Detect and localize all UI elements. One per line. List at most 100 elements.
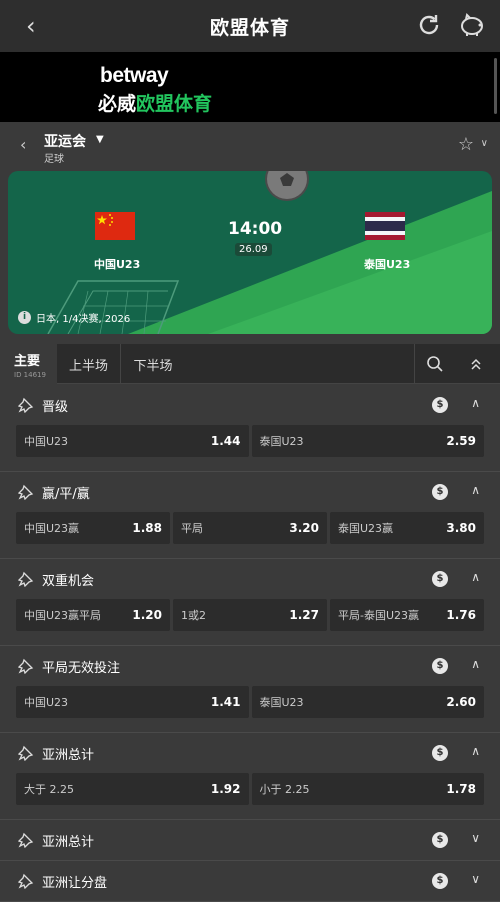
league-header: ‹ 亚运会 ▼ 足球 ☆ ∨: [0, 122, 500, 170]
odds-label: 大于 2.25: [24, 783, 74, 796]
pin-icon[interactable]: [18, 658, 34, 674]
odds-label: 泰国U23: [259, 696, 304, 709]
market-header[interactable]: 平局无效投注 $ ∧: [0, 646, 500, 686]
market-section: 亚洲总计 $ ∧ 大于 2.25 1.92 小于 2.25 1.78: [0, 733, 500, 820]
odds-button[interactable]: 中国U23赢 1.88: [16, 512, 170, 544]
odds-value: 1.44: [210, 434, 241, 448]
market-header[interactable]: 亚洲让分盘 $ ∨: [0, 861, 500, 901]
thailand-flag: [365, 212, 405, 240]
tab-main[interactable]: 主要 ID 14619: [0, 344, 57, 384]
markets-list: 晋级 $ ∧ 中国U23 1.44 泰国U23 2.59 赢/平/赢 $ ∧ 中国U23赢 1.88 平…: [0, 385, 500, 902]
odds-label: 平局: [181, 522, 203, 535]
cashout-coin-icon: $: [432, 745, 448, 761]
cashout-coin-icon: $: [432, 658, 448, 674]
chevron-up-icon[interactable]: ∧: [471, 744, 480, 758]
market-header[interactable]: 双重机会 $ ∧: [0, 559, 500, 599]
away-team: 泰国U23: [364, 258, 411, 271]
odds-label: 中国U23: [24, 435, 69, 448]
chevron-up-icon[interactable]: ∧: [471, 657, 480, 671]
odds-button[interactable]: 中国U23 1.44: [16, 425, 249, 457]
odds-label: 小于 2.25: [259, 783, 310, 796]
odds-label: 平局-泰国U23赢: [338, 609, 420, 622]
market-title: 亚洲总计: [42, 834, 95, 850]
market-section: 平局无效投注 $ ∧ 中国U23 1.41 泰国U23 2.60: [0, 646, 500, 733]
odds-button[interactable]: 平局 3.20: [173, 512, 327, 544]
odds-value: 1.88: [132, 521, 162, 535]
odds-button[interactable]: 大于 2.25 1.92: [16, 773, 249, 805]
odds-button[interactable]: 小于 2.25 1.78: [251, 773, 484, 805]
star-icon[interactable]: ☆: [458, 134, 474, 155]
match-card: 中国U23 14:00 26.09 泰国U23 i 日本, 1/4决赛, 202…: [8, 171, 492, 334]
pin-icon[interactable]: [18, 832, 34, 848]
league-back-icon[interactable]: ‹: [20, 135, 26, 154]
kickoff-date: 26.09: [235, 243, 272, 256]
caret-down-icon[interactable]: ▼: [96, 134, 104, 145]
odds-value: 1.20: [132, 608, 162, 622]
odds-button[interactable]: 中国U23赢平局 1.20: [16, 599, 170, 631]
info-icon[interactable]: i: [18, 311, 31, 324]
china-flag: [95, 212, 135, 240]
market-section: 双重机会 $ ∧ 中国U23赢平局 1.20 1或2 1.27 平局-泰国U23赢 1.76: [0, 559, 500, 646]
pin-icon[interactable]: [18, 484, 34, 500]
tab-first-half[interactable]: 上半场: [57, 344, 121, 384]
banner-scrollbar: [494, 58, 497, 114]
piggy-bank-icon[interactable]: [458, 12, 486, 38]
collapse-all-icon[interactable]: [456, 344, 496, 384]
odds-value: 1.78: [446, 782, 476, 796]
search-icon[interactable]: [414, 344, 454, 384]
refresh-icon[interactable]: [416, 12, 442, 38]
betway-banner[interactable]: betway 必威欧盟体育: [0, 52, 500, 122]
chevron-up-icon[interactable]: ∧: [471, 570, 480, 584]
pin-icon[interactable]: [18, 397, 34, 413]
odds-button[interactable]: 平局-泰国U23赢 1.76: [330, 599, 484, 631]
chevron-up-icon[interactable]: ∧: [471, 396, 480, 410]
chevron-down-icon[interactable]: ∨: [471, 831, 480, 845]
betway-logo: betway: [100, 64, 169, 87]
market-title: 晋级: [42, 399, 69, 415]
top-bar: ‹ 欧盟体育: [0, 0, 500, 52]
odds-button[interactable]: 泰国U23 2.60: [251, 686, 484, 718]
market-title: 平局无效投注: [42, 660, 121, 676]
market-section: 亚洲让分盘 $ ∨: [0, 861, 500, 902]
cashout-coin-icon: $: [432, 873, 448, 889]
event-id: ID 14619: [14, 370, 46, 379]
market-section: 亚洲总计 $ ∨: [0, 820, 500, 861]
odds-label: 中国U23赢平局: [24, 609, 102, 622]
odds-row: 中国U23 1.44 泰国U23 2.59: [0, 425, 500, 471]
league-name[interactable]: 亚运会: [44, 131, 86, 151]
chevron-up-icon[interactable]: ∧: [471, 483, 480, 497]
market-header[interactable]: 赢/平/赢 $ ∧: [0, 472, 500, 512]
league-sport: 足球: [44, 154, 64, 165]
home-team: 中国U23: [94, 258, 141, 271]
tab-second-half[interactable]: 下半场: [121, 344, 185, 384]
odds-value: 1.92: [210, 782, 241, 796]
market-header[interactable]: 晋级 $ ∧: [0, 385, 500, 425]
odds-value: 1.27: [289, 608, 319, 622]
market-header[interactable]: 亚洲总计 $ ∨: [0, 820, 500, 860]
pin-icon[interactable]: [18, 745, 34, 761]
odds-row: 大于 2.25 1.92 小于 2.25 1.78: [0, 773, 500, 819]
page-title: 欧盟体育: [209, 16, 290, 39]
pin-icon[interactable]: [18, 873, 34, 889]
back-chevron-icon[interactable]: ‹: [26, 12, 36, 40]
odds-label: 泰国U23: [259, 435, 304, 448]
odds-row: 中国U23 1.41 泰国U23 2.60: [0, 686, 500, 732]
banner-subtitle: 必威欧盟体育: [98, 93, 213, 115]
odds-value: 2.59: [446, 434, 476, 448]
odds-label: 1或2: [181, 609, 206, 622]
odds-row: 中国U23赢 1.88 平局 3.20 泰国U23赢 3.80: [0, 512, 500, 558]
odds-value: 1.76: [446, 608, 476, 622]
market-section: 赢/平/赢 $ ∧ 中国U23赢 1.88 平局 3.20 泰国U23赢 3.80: [0, 472, 500, 559]
chevron-down-icon[interactable]: ∨: [481, 138, 488, 149]
odds-button[interactable]: 1或2 1.27: [173, 599, 327, 631]
market-tabs: 主要 ID 14619 上半场 下半场: [0, 344, 500, 384]
odds-button[interactable]: 中国U23 1.41: [16, 686, 249, 718]
odds-button[interactable]: 泰国U23赢 3.80: [330, 512, 484, 544]
pin-icon[interactable]: [18, 571, 34, 587]
odds-button[interactable]: 泰国U23 2.59: [251, 425, 484, 457]
chevron-down-icon[interactable]: ∨: [471, 872, 480, 886]
market-header[interactable]: 亚洲总计 $ ∧: [0, 733, 500, 773]
cashout-coin-icon: $: [432, 484, 448, 500]
match-info: i 日本, 1/4决赛, 2026: [18, 310, 130, 325]
cashout-coin-icon: $: [432, 571, 448, 587]
